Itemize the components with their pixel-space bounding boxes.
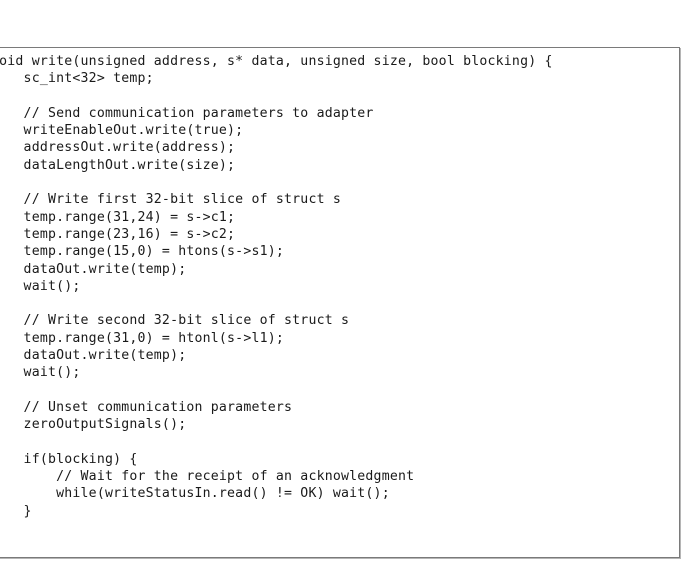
code-line: sc_int<32> temp; <box>0 71 154 87</box>
code-line: void write(unsigned address, s* data, un… <box>0 54 553 69</box>
code-line: while(writeStatusIn.read() != OK) wait()… <box>0 486 390 502</box>
code-line: temp.range(23,16) = s->c2; <box>0 226 236 242</box>
code-line: temp.range(15,0) = htons(s->s1); <box>0 244 285 260</box>
code-line: } <box>0 520 553 537</box>
code-listing: void write(unsigned address, s* data, un… <box>0 53 553 537</box>
code-line: wait(); <box>23 365 81 381</box>
code-line: // Wait for the receipt of an acknowledg… <box>0 469 415 485</box>
code-line: // Write second 32-bit slice of struct s <box>0 313 350 329</box>
code-line: if(blocking) { <box>0 451 138 467</box>
code-line: dataOut.write(temp); <box>0 348 187 364</box>
code-line: } <box>23 503 32 519</box>
code-line: // Send communication parameters to adap… <box>0 105 374 121</box>
code-line: // Unset communication parameters <box>0 399 293 415</box>
code-line: dataLengthOut.write(size); <box>0 157 236 173</box>
code-line: wait(); <box>23 278 81 294</box>
code-line: zeroOutputSignals(); <box>0 417 187 433</box>
code-line: temp.range(31,24) = s->c1; <box>0 209 236 225</box>
code-line: addressOut.write(address); <box>0 140 236 156</box>
code-line: writeEnableOut.write(true); <box>0 123 244 139</box>
code-line: // Write first 32-bit slice of struct s <box>0 192 342 208</box>
code-line: temp.range(31,0) = htonl(s->l1); <box>0 330 285 346</box>
code-line: dataOut.write(temp); <box>0 261 187 277</box>
